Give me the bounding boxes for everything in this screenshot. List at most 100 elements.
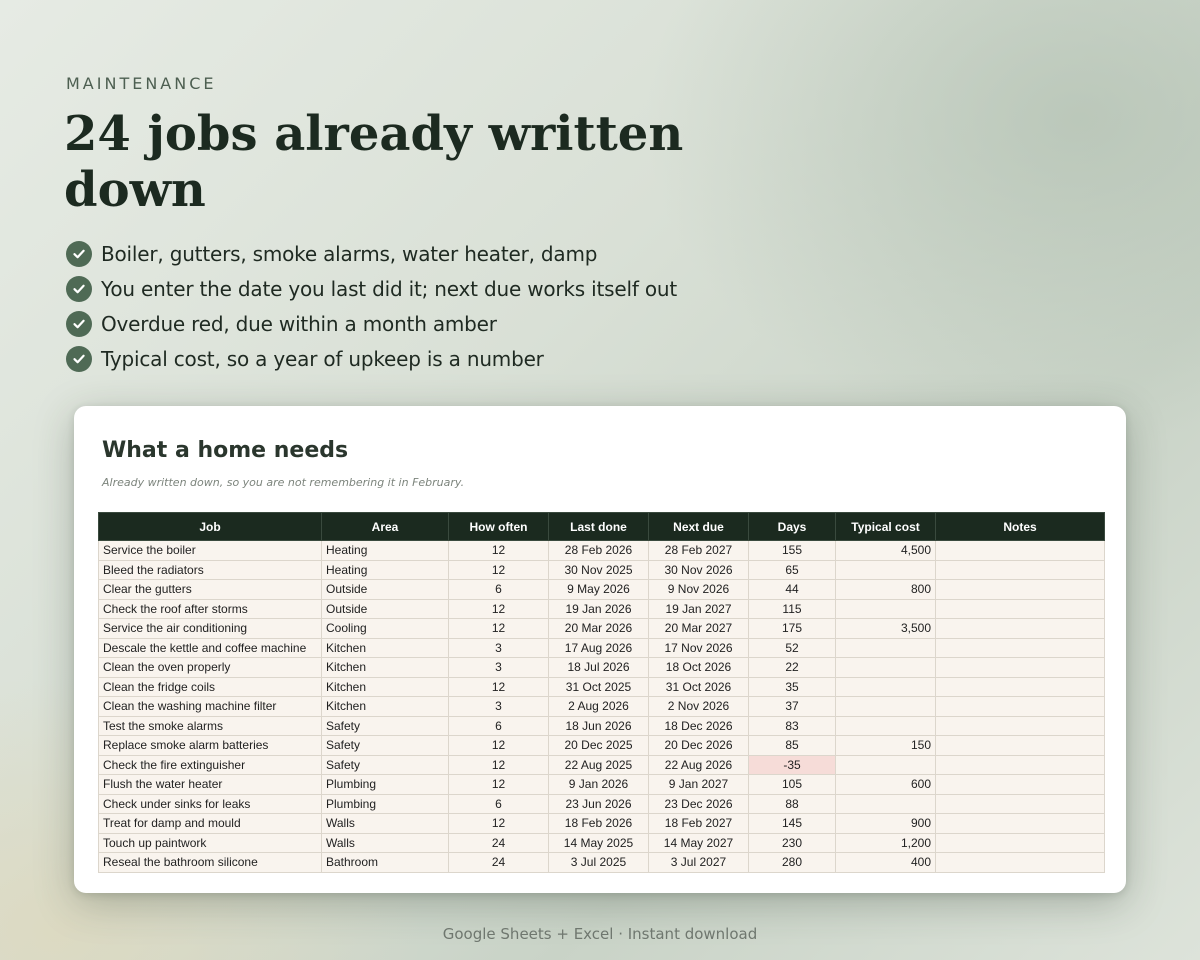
cell-days[interactable]: 115 (748, 598, 836, 619)
cell-days[interactable]: 35 (748, 676, 836, 697)
cell-last-done[interactable]: 3 Jul 2025 (548, 852, 649, 873)
cell-area[interactable]: Kitchen (321, 676, 449, 697)
cell-typical-cost[interactable] (835, 559, 936, 580)
cell-notes[interactable] (935, 813, 1105, 834)
cell-last-done[interactable]: 9 Jan 2026 (548, 774, 649, 795)
cell-how-often[interactable]: 12 (448, 754, 549, 775)
cell-days[interactable]: 37 (748, 696, 836, 717)
cell-typical-cost[interactable]: 3,500 (835, 618, 936, 639)
cell-job[interactable]: Service the air conditioning (98, 618, 322, 639)
cell-days[interactable]: 52 (748, 637, 836, 658)
cell-typical-cost[interactable] (835, 598, 936, 619)
cell-typical-cost[interactable]: 1,200 (835, 832, 936, 853)
cell-how-often[interactable]: 24 (448, 832, 549, 853)
cell-area[interactable]: Plumbing (321, 774, 449, 795)
cell-days[interactable]: 85 (748, 735, 836, 756)
cell-last-done[interactable]: 9 May 2026 (548, 579, 649, 600)
cell-notes[interactable] (935, 852, 1105, 873)
cell-how-often[interactable]: 3 (448, 637, 549, 658)
cell-notes[interactable] (935, 657, 1105, 678)
cell-days[interactable]: 280 (748, 852, 836, 873)
column-header-job[interactable]: Job (98, 512, 322, 541)
cell-job[interactable]: Reseal the bathroom silicone (98, 852, 322, 873)
cell-last-done[interactable]: 31 Oct 2025 (548, 676, 649, 697)
cell-typical-cost[interactable] (835, 696, 936, 717)
cell-area[interactable]: Walls (321, 832, 449, 853)
cell-job[interactable]: Touch up paintwork (98, 832, 322, 853)
cell-notes[interactable] (935, 676, 1105, 697)
cell-next-due[interactable]: 18 Oct 2026 (648, 657, 749, 678)
cell-job[interactable]: Descale the kettle and coffee machine (98, 637, 322, 658)
cell-how-often[interactable]: 12 (448, 559, 549, 580)
cell-days[interactable]: 105 (748, 774, 836, 795)
cell-next-due[interactable]: 14 May 2027 (648, 832, 749, 853)
cell-typical-cost[interactable]: 900 (835, 813, 936, 834)
cell-area[interactable]: Outside (321, 598, 449, 619)
cell-typical-cost[interactable]: 150 (835, 735, 936, 756)
column-header-how-often[interactable]: How often (448, 512, 549, 541)
cell-area[interactable]: Cooling (321, 618, 449, 639)
cell-how-often[interactable]: 3 (448, 696, 549, 717)
cell-days[interactable]: 155 (748, 540, 836, 561)
cell-last-done[interactable]: 20 Mar 2026 (548, 618, 649, 639)
cell-area[interactable]: Safety (321, 715, 449, 736)
cell-how-often[interactable]: 12 (448, 598, 549, 619)
cell-last-done[interactable]: 28 Feb 2026 (548, 540, 649, 561)
cell-typical-cost[interactable]: 4,500 (835, 540, 936, 561)
cell-job[interactable]: Check under sinks for leaks (98, 793, 322, 814)
cell-job[interactable]: Clean the fridge coils (98, 676, 322, 697)
cell-days[interactable]: 230 (748, 832, 836, 853)
cell-job[interactable]: Treat for damp and mould (98, 813, 322, 834)
cell-notes[interactable] (935, 598, 1105, 619)
cell-days[interactable]: 88 (748, 793, 836, 814)
cell-job[interactable]: Test the smoke alarms (98, 715, 322, 736)
cell-job[interactable]: Clean the oven properly (98, 657, 322, 678)
column-header-area[interactable]: Area (321, 512, 449, 541)
cell-area[interactable]: Heating (321, 559, 449, 580)
cell-next-due[interactable]: 19 Jan 2027 (648, 598, 749, 619)
cell-area[interactable]: Safety (321, 735, 449, 756)
cell-typical-cost[interactable] (835, 715, 936, 736)
cell-typical-cost[interactable] (835, 676, 936, 697)
cell-how-often[interactable]: 12 (448, 813, 549, 834)
cell-notes[interactable] (935, 832, 1105, 853)
cell-how-often[interactable]: 6 (448, 579, 549, 600)
cell-area[interactable]: Walls (321, 813, 449, 834)
cell-last-done[interactable]: 23 Jun 2026 (548, 793, 649, 814)
cell-last-done[interactable]: 20 Dec 2025 (548, 735, 649, 756)
cell-last-done[interactable]: 22 Aug 2025 (548, 754, 649, 775)
cell-next-due[interactable]: 22 Aug 2026 (648, 754, 749, 775)
cell-how-often[interactable]: 12 (448, 540, 549, 561)
cell-job[interactable]: Clear the gutters (98, 579, 322, 600)
cell-how-often[interactable]: 6 (448, 715, 549, 736)
cell-job[interactable]: Check the fire extinguisher (98, 754, 322, 775)
cell-how-often[interactable]: 24 (448, 852, 549, 873)
cell-notes[interactable] (935, 793, 1105, 814)
cell-notes[interactable] (935, 540, 1105, 561)
cell-typical-cost[interactable] (835, 793, 936, 814)
cell-job[interactable]: Service the boiler (98, 540, 322, 561)
cell-typical-cost[interactable]: 400 (835, 852, 936, 873)
cell-typical-cost[interactable]: 600 (835, 774, 936, 795)
cell-next-due[interactable]: 31 Oct 2026 (648, 676, 749, 697)
cell-typical-cost[interactable] (835, 657, 936, 678)
column-header-last-done[interactable]: Last done (548, 512, 649, 541)
cell-next-due[interactable]: 3 Jul 2027 (648, 852, 749, 873)
cell-area[interactable]: Safety (321, 754, 449, 775)
cell-notes[interactable] (935, 637, 1105, 658)
cell-typical-cost[interactable]: 800 (835, 579, 936, 600)
cell-next-due[interactable]: 30 Nov 2026 (648, 559, 749, 580)
column-header-typical-cost[interactable]: Typical cost (835, 512, 936, 541)
cell-how-often[interactable]: 12 (448, 676, 549, 697)
cell-how-often[interactable]: 12 (448, 618, 549, 639)
cell-job[interactable]: Check the roof after storms (98, 598, 322, 619)
cell-area[interactable]: Kitchen (321, 657, 449, 678)
cell-last-done[interactable]: 2 Aug 2026 (548, 696, 649, 717)
cell-area[interactable]: Outside (321, 579, 449, 600)
column-header-next-due[interactable]: Next due (648, 512, 749, 541)
cell-area[interactable]: Bathroom (321, 852, 449, 873)
column-header-days[interactable]: Days (748, 512, 836, 541)
cell-typical-cost[interactable] (835, 637, 936, 658)
cell-next-due[interactable]: 23 Dec 2026 (648, 793, 749, 814)
cell-next-due[interactable]: 9 Nov 2026 (648, 579, 749, 600)
